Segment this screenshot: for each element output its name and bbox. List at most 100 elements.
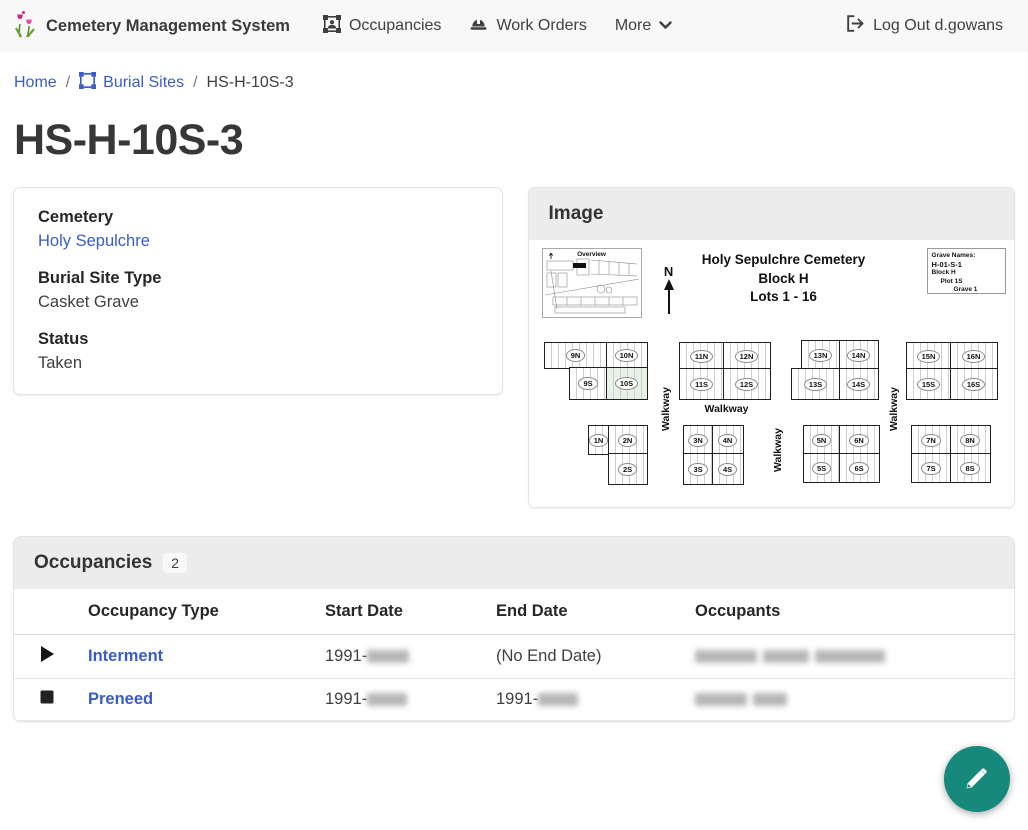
lot-label: 16N bbox=[962, 350, 986, 363]
lot-label: 6S bbox=[849, 462, 868, 475]
cemetery-link[interactable]: Holy Sepulchre bbox=[38, 232, 150, 250]
map-lot-3s: 3S bbox=[683, 453, 714, 485]
map-lot-2s: 2S bbox=[608, 453, 648, 485]
redacted-text bbox=[815, 650, 885, 663]
map-lot-8s: 8S bbox=[950, 453, 991, 483]
image-card-body: Overview bbox=[529, 240, 1014, 507]
breadcrumb-home[interactable]: Home bbox=[14, 74, 57, 92]
map-lot-15n: 15N bbox=[906, 342, 952, 370]
overview-label: Overview bbox=[543, 251, 641, 258]
lot-label: 10S bbox=[615, 377, 638, 390]
burial-site-details-card: Cemetery Holy Sepulchre Burial Site Type… bbox=[13, 187, 503, 395]
map-lot-6s: 6S bbox=[839, 453, 880, 483]
lot-label: 14N bbox=[847, 349, 871, 362]
breadcrumb-burial-sites[interactable]: Burial Sites bbox=[79, 72, 184, 94]
lot-label: 1N bbox=[589, 434, 609, 447]
start-date-value: 1991- bbox=[325, 690, 367, 708]
nav-label: Occupancies bbox=[349, 17, 442, 35]
redacted-text bbox=[763, 650, 809, 663]
column-occupants: Occupants bbox=[683, 589, 1014, 635]
map-lot-13s: 13S bbox=[791, 368, 841, 400]
lot-label: 15S bbox=[917, 378, 940, 391]
breadcrumb-separator: / bbox=[193, 74, 197, 92]
lot-label: 4S bbox=[718, 463, 737, 476]
lot-label: 15N bbox=[917, 350, 941, 363]
lot-label: 4N bbox=[718, 434, 738, 447]
column-occupancy-type: Occupancy Type bbox=[76, 589, 313, 635]
map-title-line: Lots 1 - 16 bbox=[664, 288, 904, 307]
nav-label: More bbox=[615, 17, 651, 35]
occupancy-type-link[interactable]: Interment bbox=[88, 647, 163, 665]
map-lot-2n: 2N bbox=[608, 425, 648, 455]
field-label: Burial Site Type bbox=[38, 266, 478, 290]
map-title: Holy Sepulchre Cemetery Block H Lots 1 -… bbox=[664, 251, 904, 307]
occupancies-table: Occupancy Type Start Date End Date Occup… bbox=[14, 589, 1014, 721]
map-lot-5n: 5N bbox=[803, 425, 841, 455]
lot-label: 14S bbox=[847, 378, 870, 391]
redacted-text bbox=[538, 693, 578, 706]
map-lot-12s: 12S bbox=[723, 368, 771, 400]
lot-label: 8N bbox=[960, 434, 980, 447]
lot-label: 7N bbox=[921, 434, 941, 447]
legend-line: Block H bbox=[932, 269, 1001, 278]
pencil-icon bbox=[963, 764, 991, 795]
nav-item-occupancies[interactable]: Occupancies bbox=[312, 7, 453, 46]
lot-label: 2N bbox=[618, 434, 638, 447]
edit-fab-button[interactable] bbox=[944, 746, 1010, 812]
map-lot-13n: 13N bbox=[801, 340, 841, 370]
map-lot-7n: 7N bbox=[911, 425, 952, 455]
map-title-line: Holy Sepulchre Cemetery bbox=[664, 251, 904, 270]
play-icon bbox=[40, 648, 54, 666]
grave-names-legend: Grave Names: H-01-S-1 Block H Plot 1S Gr… bbox=[927, 248, 1006, 294]
redacted-text bbox=[367, 650, 409, 663]
nav-item-work-orders[interactable]: Work Orders bbox=[458, 7, 597, 45]
map-lot-6n: 6N bbox=[839, 425, 880, 455]
cemetery-map[interactable]: Overview bbox=[541, 242, 1005, 500]
occupancies-header: Occupancies 2 bbox=[14, 537, 1014, 589]
lot-label: 7S bbox=[921, 462, 940, 475]
legend-line: Grave 1 bbox=[932, 286, 1001, 295]
occupancy-type-link[interactable]: Preneed bbox=[88, 690, 153, 708]
image-card: Image Overview bbox=[528, 187, 1015, 508]
lot-label: 9S bbox=[578, 377, 597, 390]
redacted-text bbox=[753, 693, 787, 706]
column-icon bbox=[14, 589, 76, 635]
map-lot-11s: 11S bbox=[679, 368, 725, 400]
breadcrumb-label: Burial Sites bbox=[103, 74, 184, 92]
breadcrumb-current: HS-H-10S-3 bbox=[207, 74, 294, 92]
field-label: Status bbox=[38, 327, 478, 351]
map-overview-thumbnail: Overview bbox=[542, 248, 642, 318]
end-date-value: 1991- bbox=[496, 690, 538, 708]
page-title: HS-H-10S-3 bbox=[14, 116, 1014, 165]
walkway-label: Walkway bbox=[692, 401, 762, 417]
map-lot-4n: 4N bbox=[712, 425, 744, 455]
lot-label: 11S bbox=[690, 378, 713, 391]
lot-label: 8S bbox=[960, 462, 979, 475]
occupancies-title: Occupancies bbox=[34, 552, 152, 574]
map-lot-11n: 11N bbox=[679, 342, 725, 370]
nav-item-more[interactable]: More bbox=[604, 9, 683, 43]
map-lot-1n: 1N bbox=[588, 425, 610, 455]
table-row-preneed[interactable]: Preneed 1991- 1991- bbox=[14, 679, 1014, 721]
tulip-logo-icon bbox=[14, 10, 37, 43]
redacted-text bbox=[367, 693, 407, 706]
legend-line: H-01-S-1 bbox=[932, 261, 1001, 270]
map-lot-9s: 9S bbox=[569, 367, 608, 400]
walkway-label: Walkway bbox=[879, 380, 909, 438]
logout-icon bbox=[846, 15, 865, 37]
app-brand[interactable]: Cemetery Management System bbox=[14, 10, 290, 43]
nav-links: Occupancies Work Orders More bbox=[312, 7, 683, 46]
map-lot-8n: 8N bbox=[950, 425, 991, 455]
lot-label: 11N bbox=[690, 350, 713, 363]
occupancies-section: Occupancies 2 Occupancy Type Start Date … bbox=[13, 536, 1015, 722]
start-date-value: 1991- bbox=[325, 647, 367, 665]
map-lot-10s: 10S bbox=[606, 367, 648, 400]
map-lot-5s: 5S bbox=[803, 453, 841, 483]
occupancies-icon bbox=[323, 15, 341, 38]
map-lot-9n: 9N bbox=[544, 342, 608, 369]
logout-button[interactable]: Log Out d.gowans bbox=[835, 7, 1014, 45]
lot-label: 2S bbox=[618, 463, 637, 476]
table-row-interment[interactable]: Interment 1991- (No End Date) bbox=[14, 635, 1014, 679]
map-lot-14s: 14S bbox=[839, 368, 879, 400]
map-title-line: Block H bbox=[664, 270, 904, 289]
